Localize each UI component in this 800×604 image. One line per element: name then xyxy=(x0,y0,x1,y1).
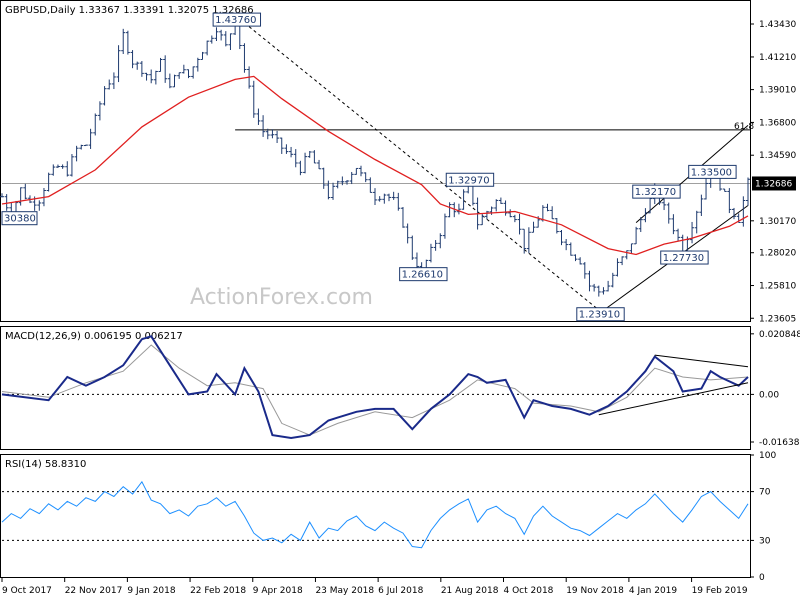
x-tick-label: 19 Feb 2019 xyxy=(692,586,748,596)
x-tick-label: 9 Jan 2018 xyxy=(127,586,175,596)
price-y-tick-label: 1.23605 xyxy=(759,314,796,324)
price-y-tick-label: 1.30170 xyxy=(759,217,796,227)
macd-panel-frame xyxy=(0,326,751,450)
price-label: 1.32970 xyxy=(445,172,495,187)
x-tick-label: 4 Jan 2019 xyxy=(629,586,677,596)
x-tick-label: 9 Apr 2018 xyxy=(253,586,303,596)
price-y-tick-label: 1.43430 xyxy=(759,20,796,30)
price-label: 30380 xyxy=(1,211,38,226)
x-tick-label: 4 Oct 2018 xyxy=(504,586,554,596)
rsi-y-tick-label: 100 xyxy=(759,451,776,461)
price-label-text: 1.26610 xyxy=(402,270,443,281)
price-y-tick-label: 1.28020 xyxy=(759,249,796,259)
price-label: 1.23910 xyxy=(576,307,625,322)
x-tick-label: 22 Nov 2017 xyxy=(65,586,123,596)
current-price-tag: 1.32686 xyxy=(752,176,796,191)
price-label: 1.27730 xyxy=(660,250,709,265)
x-tick-label: 9 Oct 2017 xyxy=(2,586,52,596)
current-price-tag-text: 1.32686 xyxy=(755,179,792,189)
fib-label: 61.8 xyxy=(734,122,754,132)
rsi-y-tick-label: 30 xyxy=(759,536,771,546)
macd-y-tick-label: 0.00 xyxy=(759,390,779,400)
price-y-tick-label: 1.41210 xyxy=(759,53,796,63)
rsi-y-tick-label: 0 xyxy=(759,573,765,583)
x-tick-label: 6 Jul 2018 xyxy=(378,586,423,596)
price-label-text: 30380 xyxy=(4,214,36,225)
price-y-tick-label: 1.25810 xyxy=(759,282,796,292)
price-label-text: 1.43760 xyxy=(215,15,256,26)
x-tick-label: 21 Aug 2018 xyxy=(441,586,499,596)
macd-y-tick-label: 0.020848 xyxy=(759,330,800,340)
price-label: 1.32170 xyxy=(632,184,681,199)
x-tick-label: 22 Feb 2018 xyxy=(190,586,246,596)
price-y-tick-label: 1.34590 xyxy=(759,151,796,161)
rsi-title: RSI(14) 58.8310 xyxy=(5,459,86,470)
macd-title: MACD(12,26,9) 0.006195 0.006217 xyxy=(5,331,183,342)
price-y-tick-label: 1.36800 xyxy=(759,118,796,128)
rsi-panel-frame xyxy=(0,454,751,578)
price-panel-frame xyxy=(0,0,751,322)
price-label-text: 1.23910 xyxy=(579,310,620,321)
price-label: 1.43760 xyxy=(212,12,262,27)
macd-y-tick-label: -0.016389 xyxy=(759,438,800,448)
watermark: ActionForex.com xyxy=(190,285,373,310)
rsi-y-tick-label: 70 xyxy=(759,488,771,498)
price-label-text: 1.32170 xyxy=(635,187,676,198)
price-label: 1.26610 xyxy=(399,267,448,282)
price-y-tick-label: 1.39010 xyxy=(759,86,796,96)
x-tick-label: 23 May 2018 xyxy=(315,586,374,596)
price-label-text: 1.27730 xyxy=(663,253,704,264)
price-label: 1.33500 xyxy=(688,164,737,179)
chart-root: ActionForex.com GBPUSD,Daily 1.33367 1.3… xyxy=(0,0,800,600)
x-tick-label: 19 Nov 2018 xyxy=(566,586,624,596)
price-label-text: 1.32970 xyxy=(448,175,489,186)
price-label-text: 1.33500 xyxy=(691,167,732,178)
gbpusd-chart: ActionForex.com GBPUSD,Daily 1.33367 1.3… xyxy=(0,0,800,596)
